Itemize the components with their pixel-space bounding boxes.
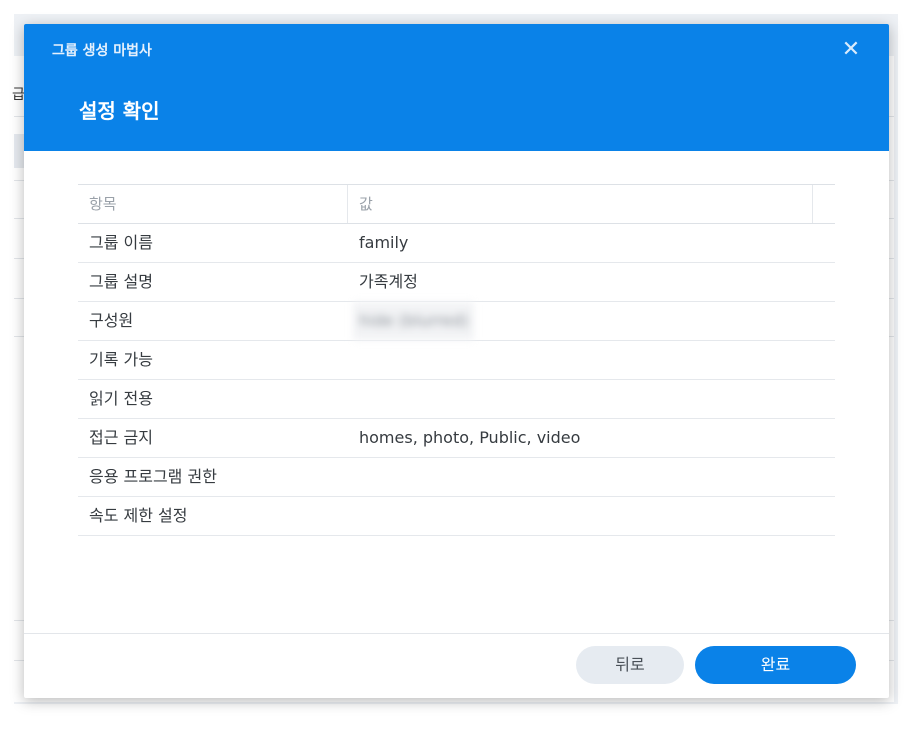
- table-row: 그룹 설명 가족계정: [78, 263, 835, 302]
- grid-header: 항목 값: [78, 184, 835, 224]
- row-key: 읽기 전용: [89, 389, 153, 408]
- table-row: 구성원 hide (blurred): [78, 302, 835, 341]
- create-group-wizard-dialog: 그룹 생성 마법사 ✕ 설정 확인 항목 값 그룹 이름 family 그룹 설…: [24, 24, 889, 698]
- table-row: 기록 가능: [78, 341, 835, 380]
- row-value: 가족계정: [359, 272, 418, 291]
- footer-divider: [24, 633, 889, 634]
- table-row: 응용 프로그램 권한: [78, 458, 835, 497]
- table-row: 속도 제한 설정: [78, 497, 835, 536]
- table-row: 읽기 전용: [78, 380, 835, 419]
- table-row: 그룹 이름 family: [78, 224, 835, 263]
- column-separator: [347, 185, 348, 223]
- row-key: 응용 프로그램 권한: [89, 467, 217, 486]
- column-header-item[interactable]: 항목: [89, 185, 117, 223]
- back-button[interactable]: 뒤로: [576, 646, 684, 684]
- row-value: homes, photo, Public, video: [359, 428, 581, 447]
- row-key: 구성원: [89, 311, 134, 330]
- close-icon[interactable]: ✕: [839, 38, 863, 62]
- row-key: 접근 금지: [89, 428, 153, 447]
- row-value: family: [359, 233, 409, 252]
- finish-button[interactable]: 완료: [695, 646, 856, 684]
- dialog-header: 그룹 생성 마법사 ✕ 설정 확인: [24, 24, 889, 151]
- wizard-title: 그룹 생성 마법사: [52, 43, 152, 59]
- settings-summary-grid: 항목 값 그룹 이름 family 그룹 설명 가족계정 구성원 hide (b…: [78, 184, 835, 536]
- row-key: 기록 가능: [89, 350, 153, 369]
- column-separator: [812, 185, 813, 223]
- row-key: 속도 제한 설정: [89, 506, 188, 525]
- row-key: 그룹 설명: [89, 272, 153, 291]
- table-row: 접근 금지 homes, photo, Public, video: [78, 419, 835, 458]
- blurred-members-text: hide (blurred): [353, 302, 475, 340]
- row-value-blurred: hide (blurred): [353, 302, 475, 340]
- step-title: 설정 확인: [79, 99, 160, 123]
- row-key: 그룹 이름: [89, 233, 153, 252]
- column-header-value[interactable]: 값: [359, 185, 373, 223]
